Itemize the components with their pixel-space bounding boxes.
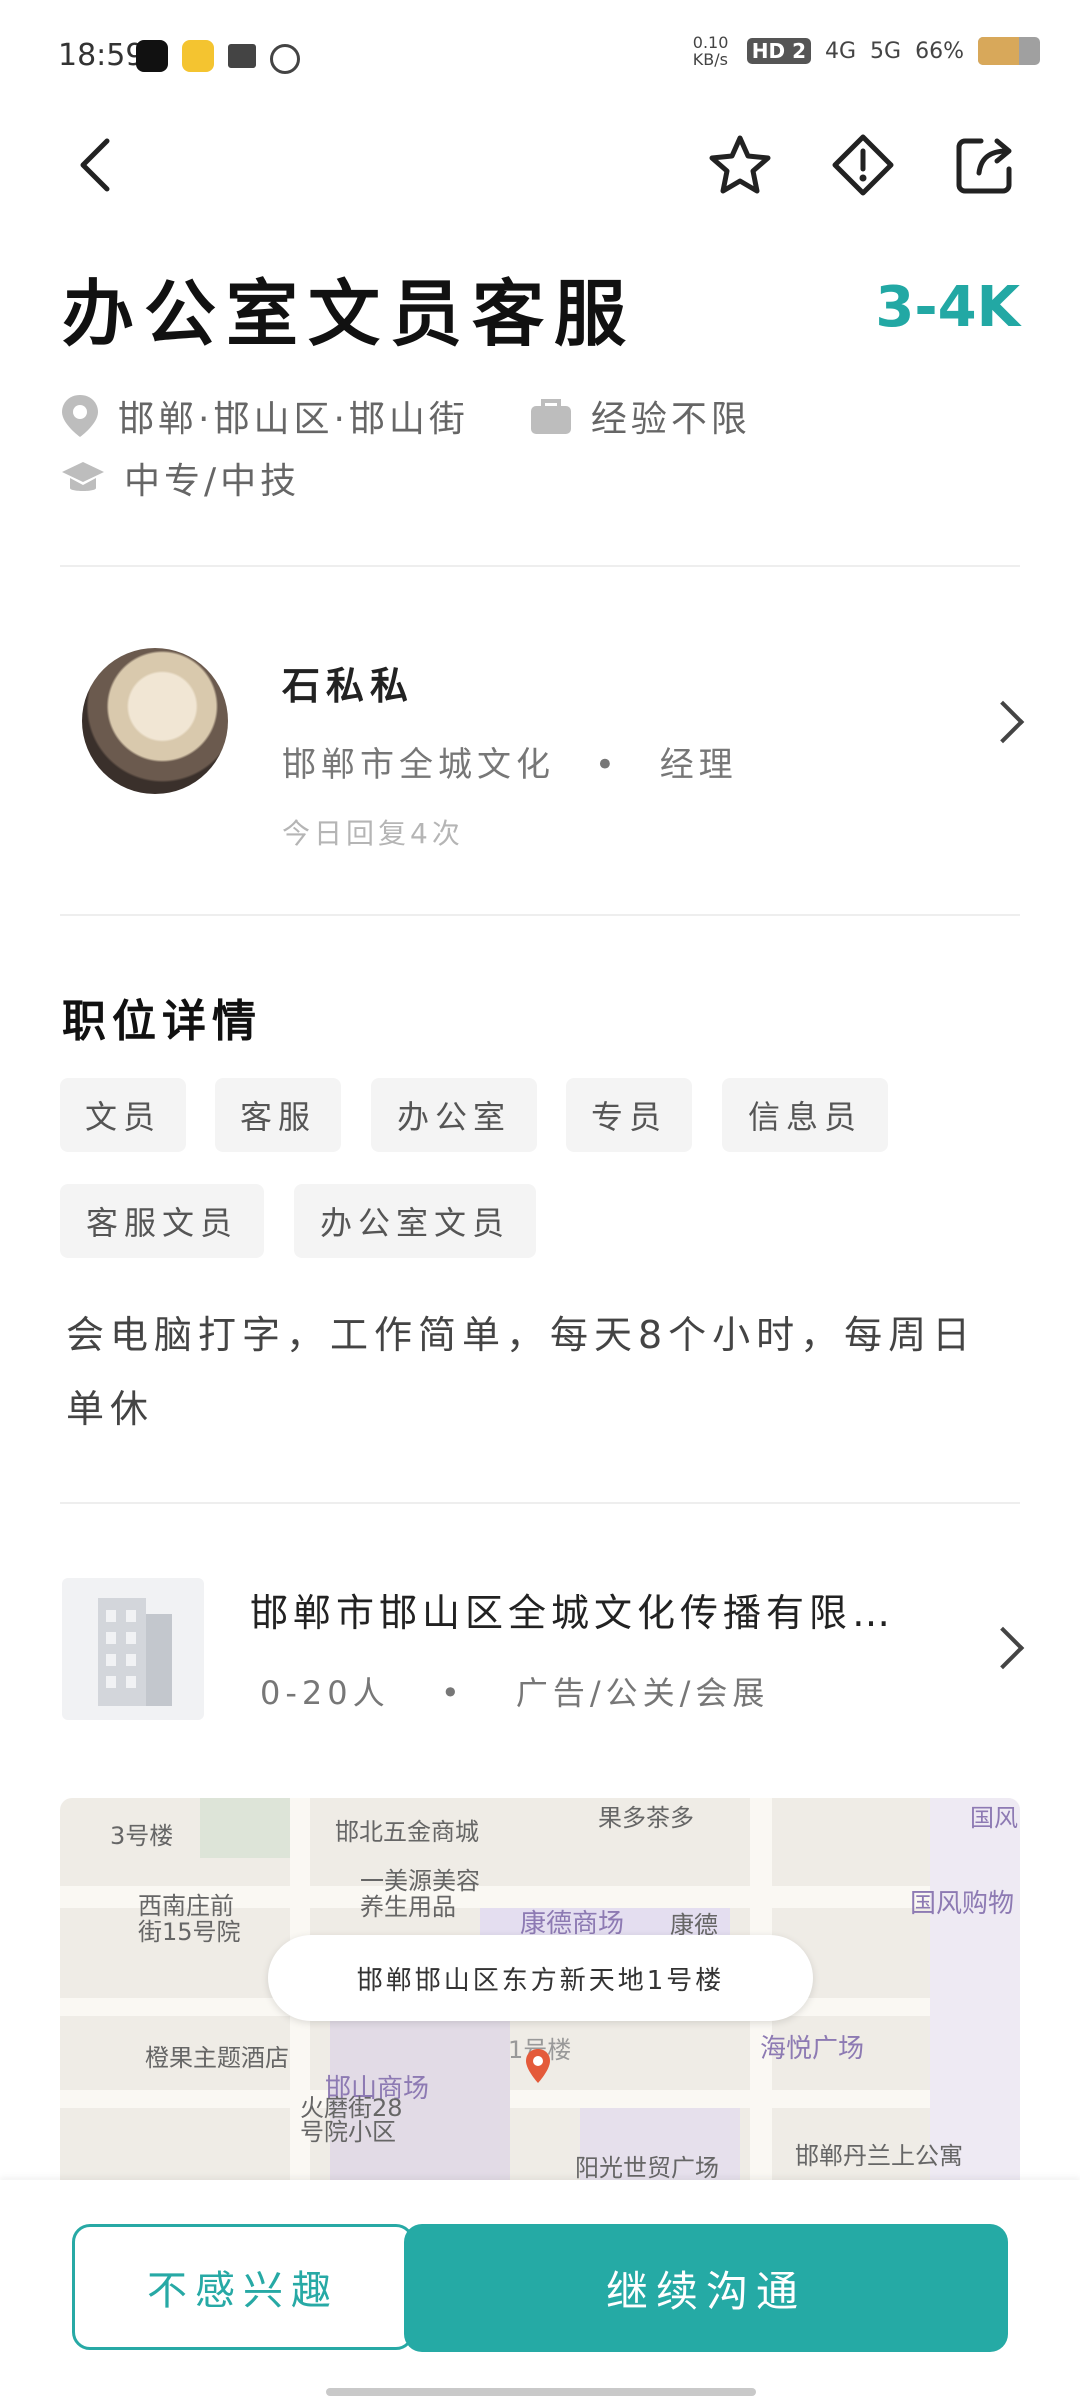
briefcase-icon [530,399,571,434]
tag-chip: 文员 [60,1078,186,1152]
job-education-row: 中专/中技 [60,452,300,504]
location-pin-icon [62,395,98,437]
not-interested-button[interactable]: 不感兴趣 [72,2224,414,2350]
company-name: 邯郸市邯山区全城文化传播有限… [250,1591,896,1635]
share-button[interactable] [940,120,1030,210]
recruiter-company: 邯郸市全城文化 [282,745,555,785]
job-location: 邯郸·邯山区·邯山街 [118,399,469,440]
building-icon [98,1598,172,1706]
map-label: 邯郸丹兰上公寓 [795,2142,963,2170]
map-pin-icon [526,2049,550,2083]
favorite-button[interactable] [695,120,785,210]
back-button[interactable] [50,120,140,210]
hd-badge: HD 2 [746,38,811,64]
company-size: 0-20人 [260,1674,390,1712]
star-icon [709,135,771,194]
report-button[interactable] [818,120,908,210]
company-logo [62,1578,204,1720]
status-bar: 18:59 0.10 KB/s HD 2 4G 5G 66% [0,0,1080,110]
map-label: 国风购物 [910,1889,1015,1919]
job-salary: 3-4K [875,275,1020,340]
warning-icon [832,134,894,196]
map-label: 3号楼 [110,1822,174,1850]
avatar [82,648,228,794]
company-info: 0-20人 • 广告/公关/会展 [260,1668,769,1714]
network-speed: 0.10 KB/s [692,33,729,69]
home-indicator[interactable] [326,2388,756,2396]
signal-5g: 5G [870,38,902,64]
battery-text: 66% [915,38,964,64]
continue-chat-button[interactable]: 继续沟通 [404,2224,1008,2352]
map-label: 橙果主题酒店 [145,2044,289,2072]
map-label: 一美源美容养生用品 [360,1867,480,1921]
job-education: 中专/中技 [124,461,301,502]
divider [60,1502,1020,1504]
job-description: 会电脑打字，工作简单，每天8个小时，每周日单休 [66,1313,977,1431]
job-title: 办公室文员客服 [62,272,637,356]
recruiter-role: 经理 [659,745,738,785]
recruiter-company-role: 邯郸市全城文化 • 经理 [282,737,738,786]
divider [60,565,1020,567]
tag-chip: 专员 [566,1078,692,1152]
job-meta-row: 邯郸·邯山区·邯山街 经验不限 [60,390,751,442]
tag-chip: 客服文员 [60,1184,264,1258]
status-right: 0.10 KB/s HD 2 4G 5G 66% [693,34,1040,68]
book-icon [228,44,256,68]
map-label: 国风 [970,1804,1018,1832]
map-label: 果多茶多 [598,1804,694,1832]
battery-icon [978,37,1040,65]
share-icon [956,138,1012,194]
company-industry: 广告/公关/会展 [515,1674,770,1712]
weibo-icon [182,40,214,72]
tiktok-icon [136,40,168,72]
status-time: 18:59 [58,38,145,73]
section-title: 职位详情 [62,996,262,1047]
job-experience: 经验不限 [590,399,751,440]
divider [60,914,1020,916]
tag-chip: 办公室 [371,1078,537,1152]
signal-4g: 4G [825,38,857,64]
recruiter-name: 石私私 [282,664,415,708]
recruiter-reply-count: 今日回复4次 [282,817,464,850]
map-label: 西南庄前街15号院 [138,1892,241,1946]
map-address: 邯郸邯山区东方新天地1号楼 [268,1935,813,2021]
map-label: 阳光世贸广场 [575,2154,719,2180]
map-label: 邯北五金商城 [335,1818,479,1846]
separator: • [594,745,620,785]
app-icon [270,44,300,74]
map-label: 火磨街28号院小区 [300,2094,403,2146]
separator: • [440,1674,465,1712]
tag-chip: 办公室文员 [294,1184,536,1258]
graduation-cap-icon [62,462,104,491]
tag-chip: 客服 [215,1078,341,1152]
tag-chip: 信息员 [722,1078,888,1152]
map-label: 海悦广场 [760,2034,865,2064]
back-arrow-icon [80,138,110,192]
